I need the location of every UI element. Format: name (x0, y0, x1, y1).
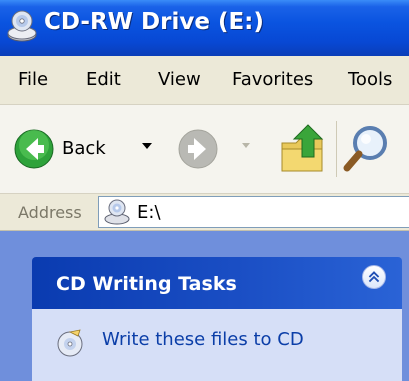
cd-drive-icon (104, 199, 130, 225)
collapse-icon[interactable] (362, 265, 386, 289)
back-label: Back (62, 138, 106, 159)
tasks-title: CD Writing Tasks (56, 273, 237, 295)
window-title-bar[interactable]: CD-RW Drive (E:) (0, 0, 409, 56)
window-title: CD-RW Drive (E:) (44, 9, 264, 35)
forward-arrow-icon[interactable] (178, 129, 218, 169)
address-bar: Address E:\ (0, 194, 409, 231)
address-field[interactable]: E:\ (98, 196, 409, 228)
menu-tools[interactable]: Tools (348, 69, 392, 90)
address-value: E:\ (137, 202, 161, 223)
menu-edit[interactable]: Edit (86, 69, 121, 90)
address-label: Address (18, 203, 82, 222)
back-arrow-icon (14, 129, 54, 169)
back-button[interactable]: Back (14, 127, 140, 173)
menu-file[interactable]: File (18, 69, 48, 90)
search-icon[interactable] (342, 123, 392, 177)
cd-writing-tasks-panel: Write these files to CD (32, 309, 402, 381)
toolbar-separator (336, 121, 337, 177)
menu-view[interactable]: View (158, 69, 201, 90)
menu-favorites[interactable]: Favorites (232, 69, 313, 90)
forward-dropdown-icon[interactable] (242, 143, 250, 148)
write-cd-icon (57, 329, 83, 357)
up-folder-icon[interactable] (278, 121, 328, 175)
cd-drive-icon (7, 10, 37, 42)
menu-bar: File Edit View Favorites Tools (0, 56, 409, 105)
write-files-to-cd-link[interactable]: Write these files to CD (102, 329, 304, 350)
cd-writing-tasks-header[interactable]: CD Writing Tasks (32, 257, 402, 309)
back-dropdown-icon[interactable] (142, 143, 152, 149)
toolbar: Back (0, 105, 409, 194)
